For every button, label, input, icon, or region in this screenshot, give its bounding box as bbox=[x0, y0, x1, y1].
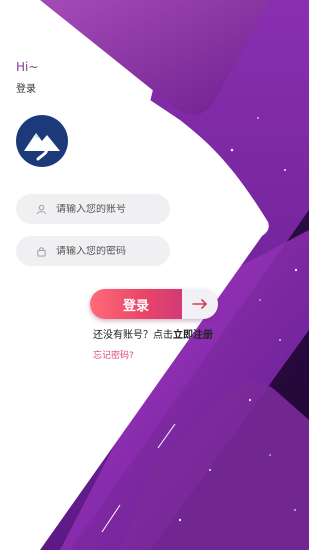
forgot-password-link[interactable]: 忘记密码? bbox=[93, 348, 134, 361]
register-link[interactable]: 立即注册 bbox=[173, 330, 213, 341]
login-button[interactable]: 登录 bbox=[90, 289, 218, 319]
password-input[interactable] bbox=[56, 245, 166, 257]
lock-icon bbox=[30, 246, 52, 257]
login-button-label[interactable]: 登录 bbox=[90, 289, 182, 319]
page-title: 登录 bbox=[16, 84, 36, 95]
password-field[interactable] bbox=[16, 236, 170, 266]
register-line: 还没有账号？点击立即注册 bbox=[93, 326, 213, 341]
account-input[interactable] bbox=[56, 203, 166, 215]
background-shapes bbox=[0, 0, 309, 550]
register-prompt: 还没有账号？点击 bbox=[93, 330, 173, 341]
user-icon bbox=[30, 204, 52, 215]
account-field[interactable] bbox=[16, 194, 170, 224]
mountain-road-logo-icon bbox=[16, 115, 68, 167]
arrow-right-icon[interactable] bbox=[182, 289, 218, 319]
app-logo bbox=[16, 115, 68, 167]
background bbox=[0, 0, 309, 550]
greeting: Hi~ bbox=[16, 60, 39, 74]
